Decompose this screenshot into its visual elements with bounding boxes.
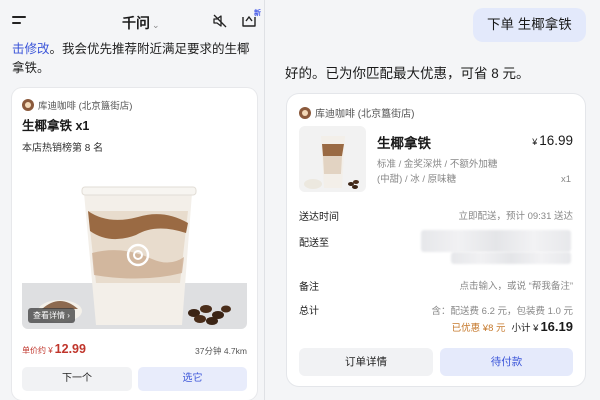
product-name: 生椰拿铁 x1: [22, 119, 90, 133]
store-logo-icon: [299, 106, 311, 119]
note-input[interactable]: 点击输入，或说 “帮我备注”: [460, 278, 573, 292]
edit-link[interactable]: 击修改: [12, 42, 50, 56]
app-title-text: 千问: [122, 15, 150, 31]
unit-price: 单价约 ¥12.99: [22, 342, 86, 356]
chat-panel-right: 下单 生椰拿铁 好的。已为你匹配最大优惠，可省 8 元。 库迪咖啡 (北京簋街店…: [265, 0, 600, 400]
mute-icon[interactable]: [212, 13, 228, 29]
order-quantity: x1: [560, 174, 571, 185]
chat-panel-left: 千问 ⌄ 新 击修改。我会优先推荐附近满足要求的生椰拿铁。 库迪咖啡 (北京簋街店…: [0, 0, 265, 400]
store-name: 库迪咖啡 (北京簋街店): [38, 101, 133, 112]
delivery-time-label: 送达时间: [299, 212, 339, 223]
spec-line: (中甜) / 冰 / 原味糖: [377, 174, 457, 185]
product-card[interactable]: 库迪咖啡 (北京簋街店) 生椰拿铁 x1 本店热销榜第 8 名 查看详情 › 单…: [12, 88, 257, 400]
subtotal-label: 小计 ¥: [511, 323, 539, 334]
product-image[interactable]: 查看详情 ›: [22, 163, 247, 329]
price-label: 单价约 ¥: [22, 346, 53, 355]
currency-symbol: ¥: [532, 137, 538, 147]
store-row: 库迪咖啡 (北京簋街店): [22, 98, 132, 112]
view-detail-tag[interactable]: 查看详情 ›: [28, 308, 75, 323]
chevron-down-icon: ⌄: [152, 20, 160, 30]
coffee-thumb-image: [304, 136, 359, 189]
order-detail-button[interactable]: 订单详情: [299, 348, 433, 376]
order-product-thumbnail: [299, 126, 366, 192]
assistant-intro-text: 击修改。我会优先推荐附近满足要求的生椰拿铁。: [12, 40, 257, 78]
delivery-time-value[interactable]: 立即配送，预计 09:31 送达: [458, 208, 573, 222]
saved-amount: 已优惠 ¥8 元: [451, 323, 506, 334]
user-message-bubble: 下单 生椰拿铁: [473, 8, 586, 42]
next-button[interactable]: 下一个: [22, 367, 132, 391]
order-store-row: 库迪咖啡 (北京簋街店): [299, 105, 414, 120]
chat-header: 千问 ⌄ 新: [0, 0, 265, 42]
coffee-cup-image: [38, 186, 231, 325]
select-button[interactable]: 选它: [138, 367, 247, 391]
order-store-name: 库迪咖啡 (北京簋街店): [315, 109, 415, 120]
address-value-blurred: [451, 252, 571, 264]
spec-line: 标准 / 金奖深烘 / 不额外加糖: [377, 159, 498, 170]
price-summary: 已优惠 ¥8 元小计 ¥16.19: [452, 319, 573, 334]
order-spec: 标准 / 金奖深烘 / 不额外加糖 (中甜) / 冰 / 原味糖: [377, 157, 527, 187]
order-product-price: ¥16.99: [532, 133, 573, 148]
subtotal-value: 16.19: [540, 319, 573, 334]
price-value: 12.99: [54, 342, 86, 356]
assistant-reply: 好的。已为你匹配最大优惠，可省 8 元。: [285, 66, 530, 81]
rank-text: 本店热销榜第 8 名: [22, 143, 104, 154]
menu-icon[interactable]: [12, 16, 26, 26]
note-label: 备注: [299, 282, 319, 293]
app-title[interactable]: 千问 ⌄: [122, 13, 160, 33]
address-value-blurred[interactable]: [421, 230, 571, 252]
new-chat-icon[interactable]: 新: [240, 10, 261, 30]
delivery-distance: 37分钟 4.7km: [195, 346, 247, 356]
order-product-name: 生椰拿铁: [377, 136, 431, 151]
pay-button[interactable]: 待付款: [440, 348, 573, 376]
store-logo-icon: [22, 99, 34, 111]
order-card: 库迪咖啡 (北京簋街店) 生椰拿铁 ¥16.99 标准 / 金奖深烘 / 不额外…: [287, 94, 585, 386]
address-label: 配送至: [299, 238, 329, 249]
total-label: 总计: [299, 306, 319, 317]
fee-breakdown: 含：配送费 6.2 元，包装费 1.0 元: [431, 306, 573, 317]
price-value: 16.99: [539, 133, 573, 148]
new-badge: 新: [254, 10, 261, 17]
